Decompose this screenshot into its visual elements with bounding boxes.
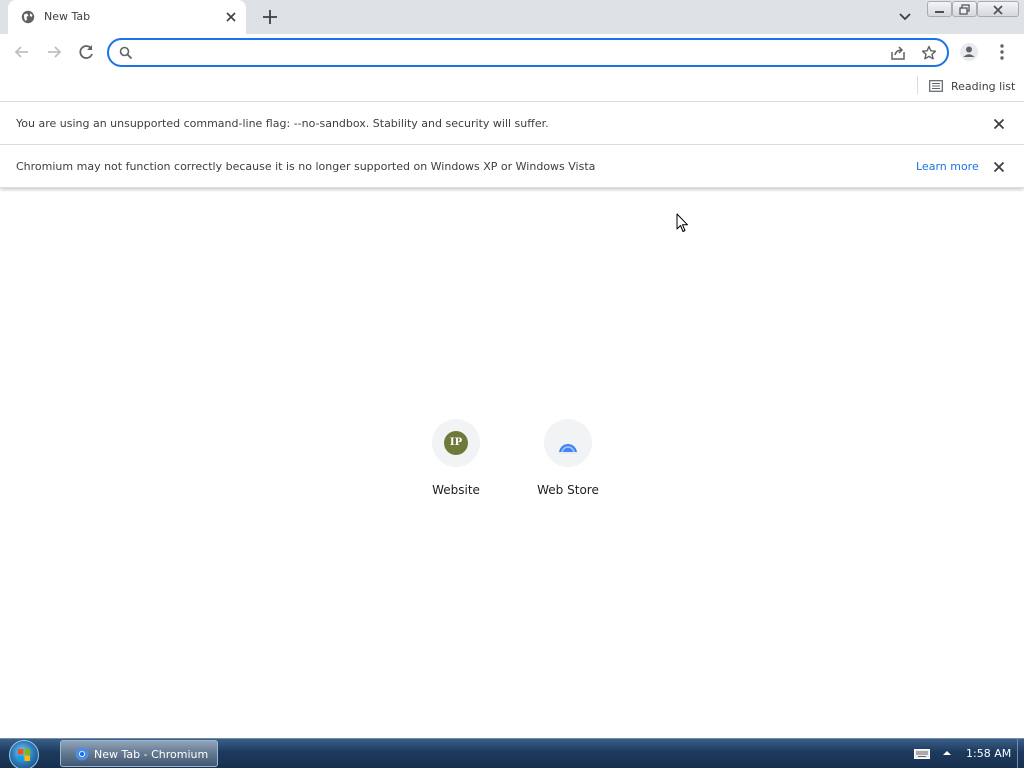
reading-list-label: Reading list [951, 79, 1016, 93]
address-input[interactable] [141, 43, 881, 63]
shortcut-icon-circle [544, 419, 592, 467]
window-minimize-button[interactable] [927, 1, 952, 17]
window-restore-button[interactable] [952, 1, 977, 17]
taskbar-chromium-button[interactable]: New Tab - Chromium [60, 740, 218, 767]
close-icon [993, 5, 1003, 15]
tab-close-icon[interactable] [223, 9, 239, 25]
menu-kebab-icon[interactable] [991, 41, 1013, 63]
shortcut-tile-web-store[interactable]: Web Store [512, 419, 624, 509]
infobar-sandbox-warning: You are using an unsupported command-lin… [0, 102, 1024, 145]
bookmarks-separator [917, 76, 918, 94]
reading-list-icon [929, 80, 943, 92]
profile-avatar-icon[interactable] [958, 41, 980, 63]
shortcut-label: Web Store [537, 483, 599, 497]
globe-icon [21, 10, 35, 24]
window-close-button[interactable] [977, 1, 1019, 17]
reading-list-button[interactable]: Reading list [929, 76, 1015, 96]
infobar-unsupported-os: Chromium may not function correctly beca… [0, 145, 1024, 188]
infobar-close-icon[interactable] [992, 160, 1006, 174]
shortcut-tile-website[interactable]: IP Website [400, 419, 512, 509]
taskbar-clock[interactable]: 1:58 AM [966, 747, 1011, 760]
browser-window: New Tab Reading list You are using an un… [0, 0, 1024, 768]
minimize-icon [935, 11, 944, 13]
forward-arrow-icon[interactable] [43, 41, 65, 63]
windows-logo-icon [18, 749, 30, 761]
tab-strip: New Tab [0, 0, 1024, 34]
share-icon[interactable] [889, 45, 907, 61]
bookmark-star-icon[interactable] [921, 45, 937, 61]
address-bar[interactable] [107, 38, 949, 67]
chromium-icon [75, 747, 89, 761]
tab-new-tab[interactable]: New Tab [8, 0, 246, 34]
tab-title: New Tab [44, 10, 91, 23]
shortcut-icon-circle: IP [432, 419, 480, 467]
taskbar: New Tab - Chromium 1:58 AM [0, 738, 1024, 768]
new-tab-plus-icon[interactable] [259, 6, 281, 28]
search-icon [119, 46, 133, 60]
taskbar-button-label: New Tab - Chromium [94, 748, 209, 761]
mouse-cursor-icon [676, 213, 688, 232]
infobar-message: Chromium may not function correctly beca… [16, 160, 596, 173]
learn-more-link[interactable]: Learn more [916, 160, 979, 173]
bookmarks-bar: Reading list [0, 72, 1024, 102]
shortcut-label: Website [432, 483, 480, 497]
show-desktop-button[interactable] [1017, 739, 1024, 768]
ip-site-icon: IP [444, 431, 468, 455]
infobar-message: You are using an unsupported command-lin… [16, 117, 549, 130]
web-store-icon [558, 444, 578, 454]
toolbar [0, 34, 1024, 72]
tray-expand-arrow-icon[interactable] [941, 748, 953, 758]
restore-icon [959, 4, 970, 15]
start-button[interactable] [9, 740, 39, 768]
keyboard-icon[interactable] [914, 749, 930, 759]
reload-icon[interactable] [75, 41, 97, 63]
infobar-close-icon[interactable] [992, 117, 1006, 131]
tab-search-chevron-icon[interactable] [895, 8, 915, 26]
back-arrow-icon[interactable] [11, 41, 33, 63]
